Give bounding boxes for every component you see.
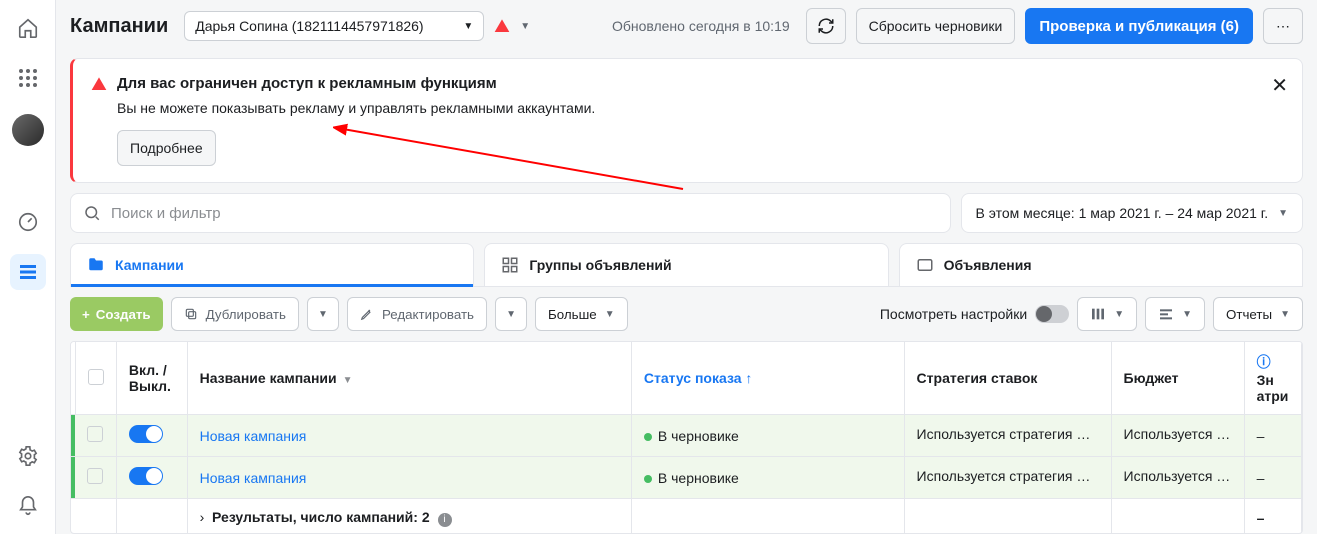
updated-text: Обновлено сегодня в 10:19 bbox=[612, 18, 790, 34]
status-dot-icon bbox=[644, 475, 652, 483]
tab-campaigns[interactable]: Кампании bbox=[70, 243, 474, 286]
col-attr[interactable]: ⓘ Зн атри bbox=[1244, 342, 1301, 415]
gauge-icon[interactable] bbox=[10, 204, 46, 240]
home-icon[interactable] bbox=[10, 10, 46, 46]
reports-button[interactable]: Отчеты▼ bbox=[1213, 297, 1303, 331]
col-budget[interactable]: Бюджет bbox=[1111, 342, 1244, 415]
discard-drafts-button[interactable]: Сбросить черновики bbox=[856, 8, 1016, 44]
chevron-down-icon[interactable]: ▼ bbox=[520, 21, 530, 32]
tab-adsets[interactable]: Группы объявлений bbox=[484, 243, 888, 286]
pencil-icon bbox=[360, 307, 374, 321]
table-row: Новая кампания В черновике Используется … bbox=[71, 457, 1302, 499]
tab-label: Объявления bbox=[944, 257, 1032, 273]
search-box[interactable] bbox=[70, 193, 951, 233]
more-button[interactable]: Больше▼ bbox=[535, 297, 628, 331]
date-range-picker[interactable]: В этом месяце: 1 мар 2021 г. – 24 мар 20… bbox=[961, 193, 1303, 233]
chevron-down-icon: ▼ bbox=[605, 309, 615, 320]
annotation-arrow bbox=[333, 119, 693, 199]
plus-icon: + bbox=[82, 307, 90, 322]
breakdown-button[interactable]: ▼ bbox=[1145, 297, 1205, 331]
row-checkbox[interactable] bbox=[75, 457, 116, 499]
duplicate-chevron[interactable]: ▼ bbox=[307, 297, 339, 331]
warning-card: Для вас ограничен доступ к рекламным фун… bbox=[70, 58, 1303, 183]
learn-more-button[interactable]: Подробнее bbox=[117, 130, 216, 166]
row-checkbox[interactable] bbox=[75, 415, 116, 457]
table-icon[interactable] bbox=[10, 254, 46, 290]
table-header-row: Вкл. / Выкл. Название кампании▼ Статус п… bbox=[71, 342, 1302, 415]
page-title: Кампании bbox=[70, 15, 168, 38]
review-publish-button[interactable]: Проверка и публикация (6) bbox=[1025, 8, 1253, 44]
grid-icon bbox=[501, 256, 519, 274]
close-icon[interactable]: ✕ bbox=[1271, 73, 1288, 98]
folder-icon bbox=[87, 256, 105, 274]
search-input[interactable] bbox=[111, 205, 938, 222]
account-picker[interactable]: Дарья Сопина (1821114457971826) ▼ bbox=[184, 11, 484, 41]
date-range-label: В этом месяце: 1 мар 2021 г. – 24 мар 20… bbox=[976, 205, 1269, 221]
warning-title: Для вас ограничен доступ к рекламным фун… bbox=[117, 75, 497, 92]
columns-icon bbox=[1090, 306, 1106, 322]
chevron-right-icon: › bbox=[200, 509, 205, 525]
toggle-off-icon bbox=[1035, 305, 1069, 323]
campaign-link[interactable]: Новая кампания bbox=[200, 428, 307, 444]
warning-body: Вы не можете показывать рекламу и управл… bbox=[117, 100, 1284, 116]
bell-icon[interactable] bbox=[10, 488, 46, 524]
col-name[interactable]: Название кампании▼ bbox=[187, 342, 631, 415]
ad-icon bbox=[916, 256, 934, 274]
chevron-down-icon: ▼ bbox=[1278, 208, 1288, 219]
account-label: Дарья Сопина (1821114457971826) bbox=[195, 18, 423, 34]
row-toggle[interactable] bbox=[116, 457, 187, 499]
table-row: Новая кампания В черновике Используется … bbox=[71, 415, 1302, 457]
refresh-button[interactable] bbox=[806, 8, 846, 44]
warning-icon[interactable] bbox=[494, 18, 510, 34]
info-icon: ⓘ bbox=[1257, 354, 1271, 370]
tabs: Кампании Группы объявлений Объявления bbox=[70, 243, 1303, 287]
edit-chevron[interactable]: ▼ bbox=[495, 297, 527, 331]
warning-icon bbox=[91, 76, 107, 92]
col-onoff[interactable]: Вкл. / Выкл. bbox=[116, 342, 187, 415]
toolbar: +Создать Дублировать ▼ Редактировать ▼ Б… bbox=[70, 297, 1303, 331]
tab-label: Кампании bbox=[115, 257, 184, 273]
col-checkbox[interactable] bbox=[75, 342, 116, 415]
info-icon: i bbox=[438, 513, 452, 527]
edit-button[interactable]: Редактировать bbox=[347, 297, 487, 331]
status-dot-icon bbox=[644, 433, 652, 441]
arrow-up-icon: ↑ bbox=[745, 370, 752, 386]
chevron-down-icon: ▼ bbox=[463, 21, 473, 32]
preview-toggle[interactable]: Посмотреть настройки bbox=[880, 305, 1069, 323]
tab-ads[interactable]: Объявления bbox=[899, 243, 1303, 286]
search-row: В этом месяце: 1 мар 2021 г. – 24 мар 20… bbox=[70, 193, 1303, 233]
left-nav-rail bbox=[0, 0, 56, 534]
chevron-down-icon: ▼ bbox=[343, 375, 353, 386]
main-area: Кампании Дарья Сопина (1821114457971826)… bbox=[56, 0, 1317, 534]
gear-icon[interactable] bbox=[10, 438, 46, 474]
more-menu-button[interactable]: ⋯ bbox=[1263, 8, 1303, 44]
row-toggle[interactable] bbox=[116, 415, 187, 457]
col-delivery[interactable]: Статус показа ↑ bbox=[631, 342, 904, 415]
results-row: › Результаты, число кампаний: 2 i – bbox=[71, 499, 1302, 534]
list-icon bbox=[1158, 306, 1174, 322]
duplicate-button[interactable]: Дублировать bbox=[171, 297, 299, 331]
columns-button[interactable]: ▼ bbox=[1077, 297, 1137, 331]
search-icon bbox=[83, 204, 101, 222]
apps-icon[interactable] bbox=[10, 60, 46, 96]
avatar[interactable] bbox=[12, 114, 44, 146]
tab-label: Группы объявлений bbox=[529, 257, 671, 273]
copy-icon bbox=[184, 307, 198, 321]
campaigns-table: Вкл. / Выкл. Название кампании▼ Статус п… bbox=[70, 341, 1303, 534]
col-bid[interactable]: Стратегия ставок bbox=[904, 342, 1111, 415]
campaign-link[interactable]: Новая кампания bbox=[200, 470, 307, 486]
topbar: Кампании Дарья Сопина (1821114457971826)… bbox=[56, 0, 1317, 52]
create-button[interactable]: +Создать bbox=[70, 297, 163, 331]
